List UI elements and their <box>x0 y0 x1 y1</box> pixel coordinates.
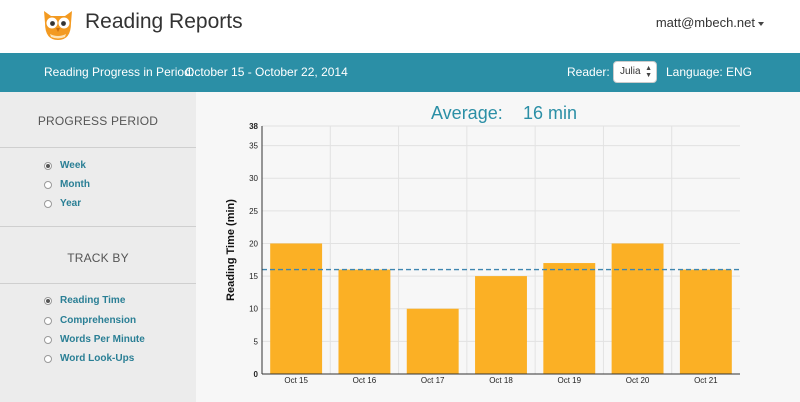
option-label[interactable]: Comprehension <box>60 315 136 326</box>
option-label[interactable]: Words Per Minute <box>60 334 145 345</box>
track-option-comprehension[interactable]: Comprehension <box>44 315 136 326</box>
language-label: Language: <box>666 65 723 79</box>
radio-selected-icon[interactable] <box>44 296 52 305</box>
radio-icon[interactable] <box>44 316 52 325</box>
period-info-bar: Reading Progress in Period: October 15 -… <box>0 53 800 92</box>
user-menu[interactable]: matt@mbech.net <box>656 15 764 30</box>
sidebar: PROGRESS PERIOD Week Month Year TRACK BY… <box>0 92 196 402</box>
period-label: Reading Progress in Period: <box>44 65 195 79</box>
option-label[interactable]: Year <box>60 198 81 209</box>
app-title: Reading Reports <box>85 10 243 33</box>
average-value: 16 min <box>523 103 578 123</box>
reader-select[interactable]: Julia ▲ ▼ <box>613 61 657 83</box>
track-option-word-look-ups[interactable]: Word Look-Ups <box>44 353 134 364</box>
owl-logo-icon[interactable] <box>41 7 75 43</box>
period-option-month[interactable]: Month <box>44 179 90 190</box>
radio-icon[interactable] <box>44 180 52 189</box>
progress-period-heading: PROGRESS PERIOD <box>37 114 159 128</box>
option-label[interactable]: Week <box>60 160 86 171</box>
radio-selected-icon[interactable] <box>44 161 52 170</box>
option-label[interactable]: Reading Time <box>60 295 125 306</box>
option-label[interactable]: Month <box>60 179 90 190</box>
radio-icon[interactable] <box>44 354 52 363</box>
language-value: ENG <box>726 65 753 79</box>
reader-label: Reader: <box>567 65 610 79</box>
select-arrows-icon[interactable]: ▲ ▼ <box>645 65 652 79</box>
divider <box>0 226 196 227</box>
caret-down-icon[interactable] <box>758 21 764 26</box>
track-by-heading: TRACK BY <box>67 251 129 265</box>
radio-icon[interactable] <box>44 335 52 344</box>
reader-select-value[interactable]: Julia <box>620 66 641 77</box>
chart-panel <box>196 92 800 402</box>
user-email[interactable]: matt@mbech.net <box>656 15 755 30</box>
divider <box>0 147 196 148</box>
period-range: October 15 - October 22, 2014 <box>185 65 348 79</box>
average-label: Average: <box>431 103 503 123</box>
radio-icon[interactable] <box>44 199 52 208</box>
period-option-year[interactable]: Year <box>44 198 81 209</box>
track-option-reading-time[interactable]: Reading Time <box>44 295 125 306</box>
track-option-words-per-minute[interactable]: Words Per Minute <box>44 334 145 345</box>
top-header: Reading Reports matt@mbech.net <box>0 0 800 53</box>
divider <box>0 283 196 284</box>
option-label[interactable]: Word Look-Ups <box>60 353 134 364</box>
period-option-week[interactable]: Week <box>44 160 86 171</box>
